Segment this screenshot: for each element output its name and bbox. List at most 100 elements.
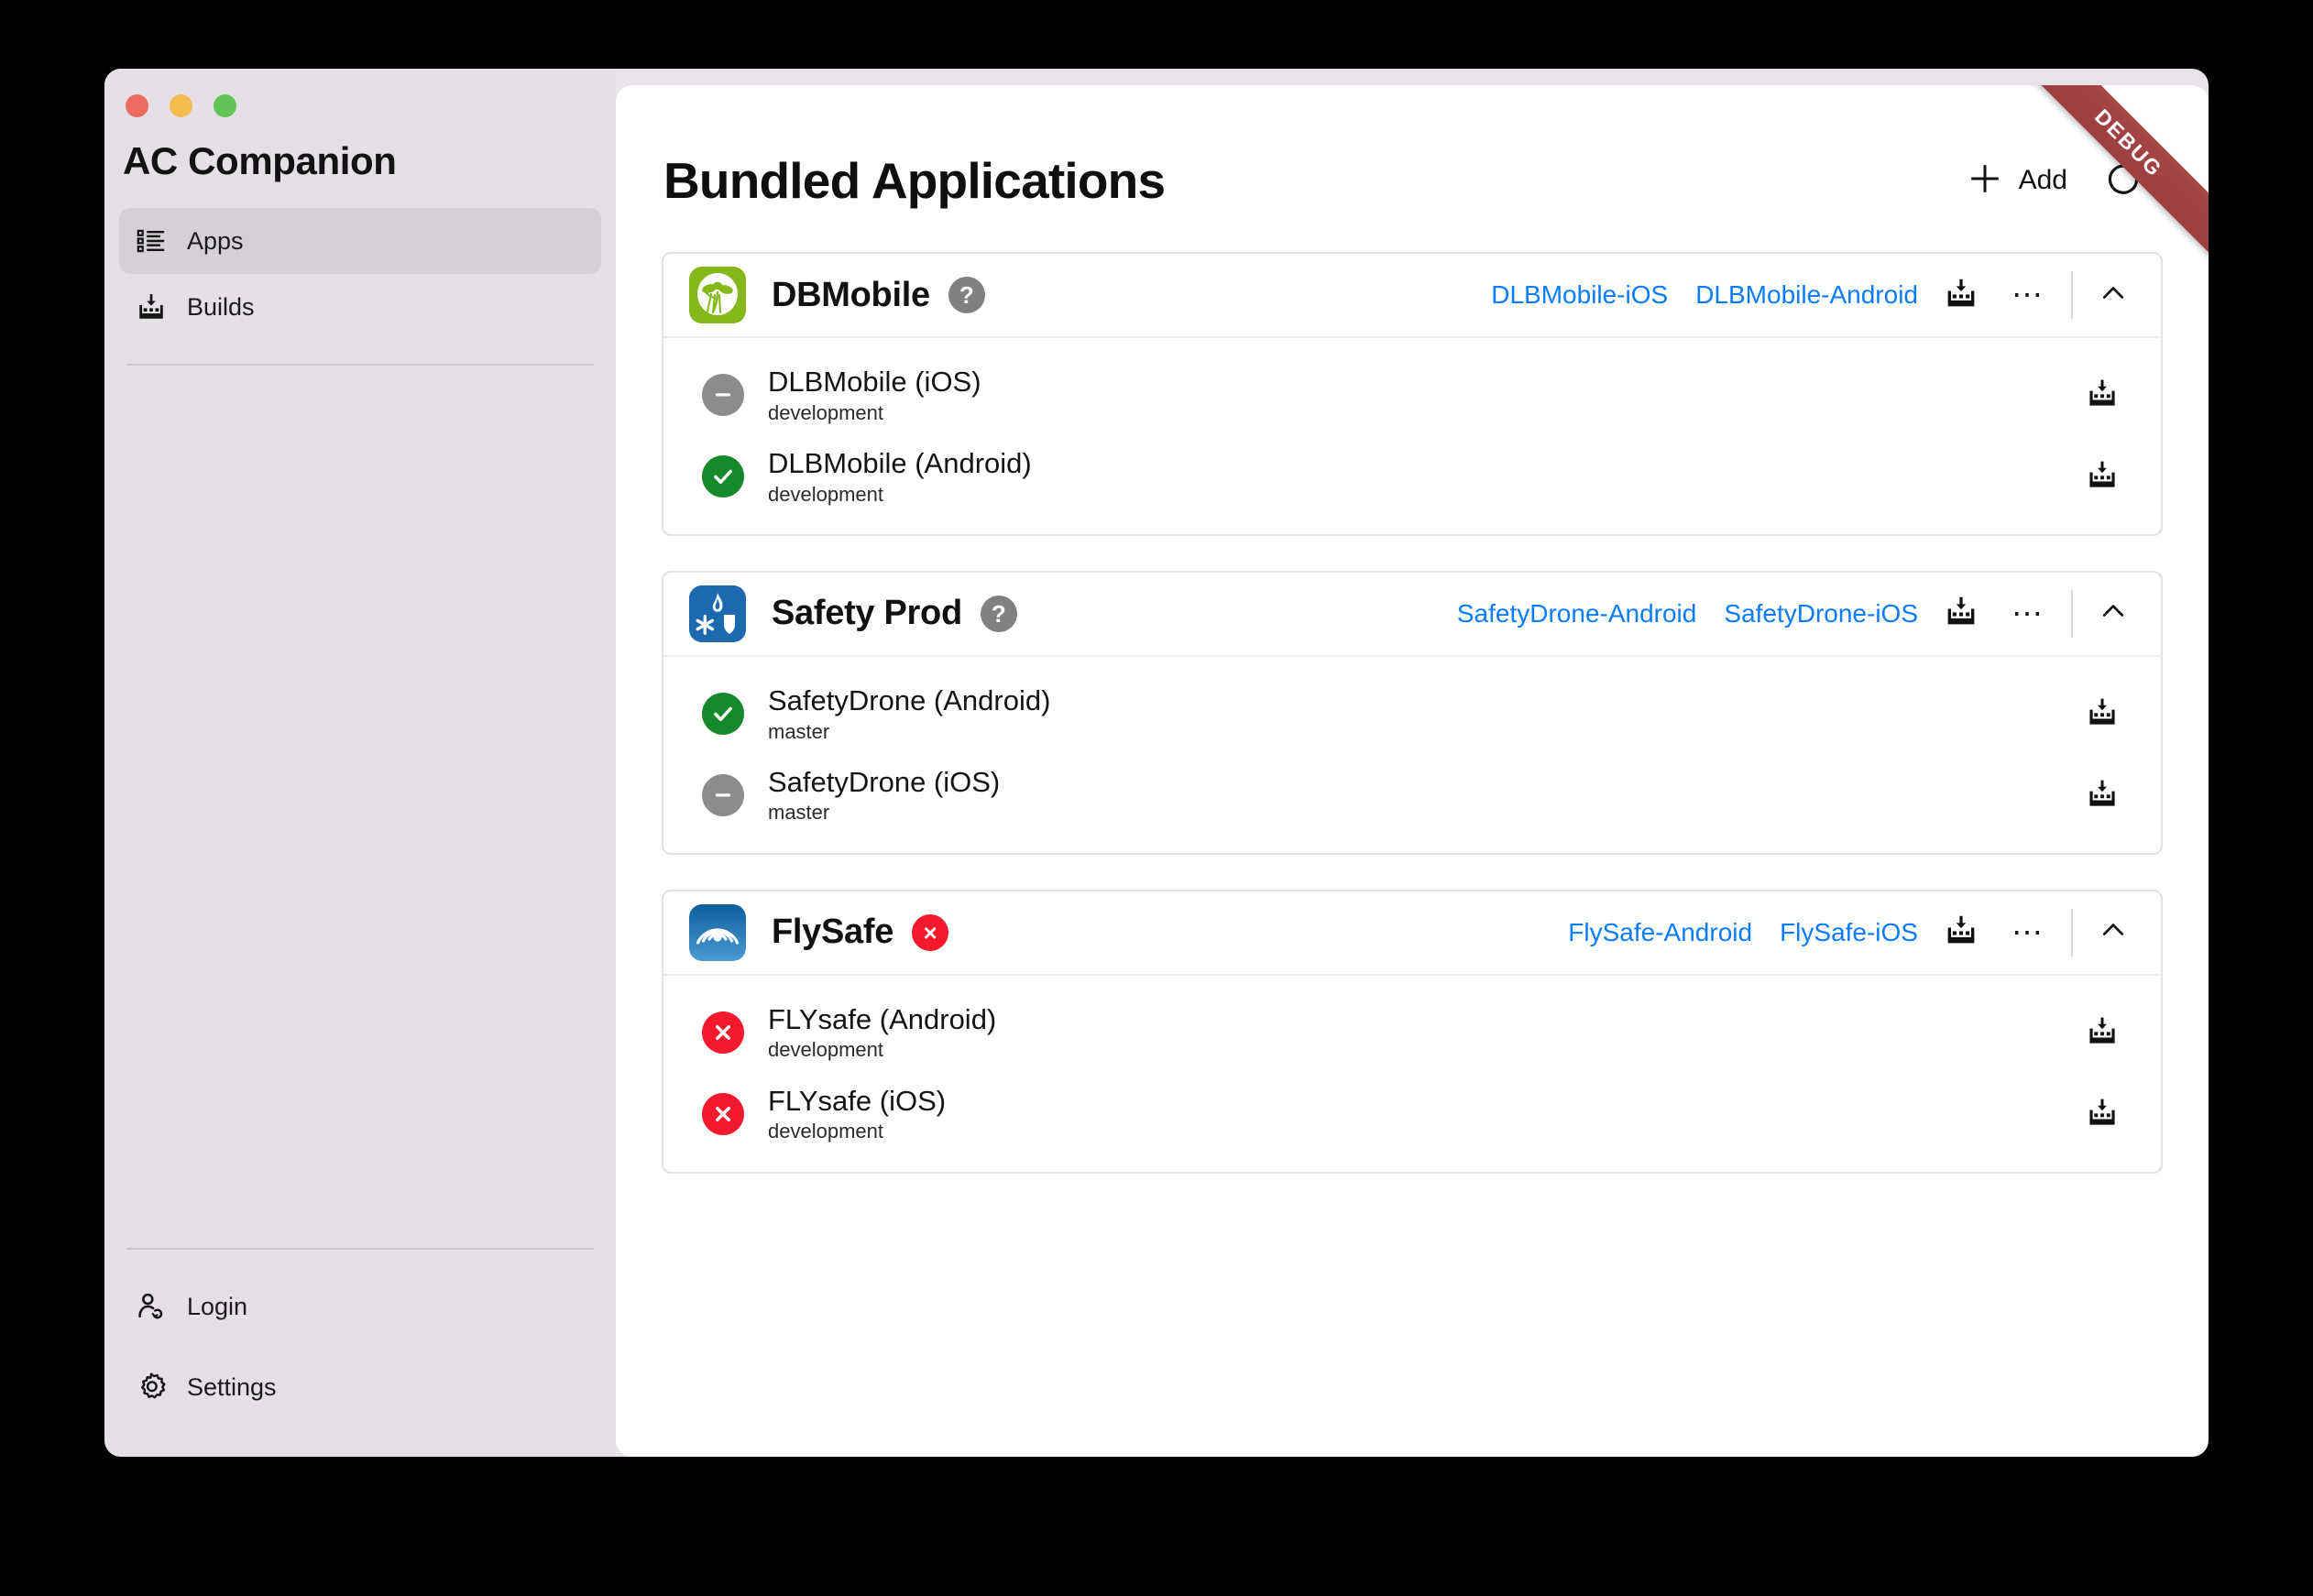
status-success-icon (702, 455, 744, 497)
desktop-background: AC Companion (0, 0, 2313, 1596)
chevron-up-icon (2097, 277, 2130, 314)
build-download-icon (2086, 458, 2119, 496)
app-card-header[interactable]: FlySafe × FlySafe-Android FlySafe-iOS (663, 891, 2161, 976)
download-build-button[interactable] (2086, 777, 2128, 814)
window-traffic-lights (104, 69, 616, 126)
sidebar-item-builds[interactable]: Builds (119, 274, 601, 340)
status-success-icon (702, 693, 744, 735)
user-switch-icon (136, 1291, 167, 1322)
platform-link[interactable]: SafetyDrone-iOS (1724, 599, 1918, 629)
app-title: AC Companion (104, 126, 616, 182)
minimize-button[interactable] (170, 94, 192, 117)
install-build-button[interactable] (1944, 276, 1979, 315)
platform-link[interactable]: DLBMobile-Android (1695, 280, 1918, 310)
app-name: DBMobile (772, 276, 930, 315)
build-download-icon (2086, 377, 2119, 414)
build-row[interactable]: SafetyDrone (Android) master (663, 673, 2161, 755)
build-row[interactable]: FLYsafe (Android) development (663, 992, 2161, 1074)
header-separator (2071, 590, 2073, 638)
platform-link[interactable]: SafetyDrone-Android (1457, 599, 1696, 629)
dbmobile-plant-icon (689, 267, 746, 323)
page-header: Bundled Applications Add (616, 85, 2209, 210)
build-name: DLBMobile (Android) (768, 447, 1032, 481)
sidebar-item-apps[interactable]: Apps (119, 208, 601, 274)
flysafe-radar-icon (689, 904, 746, 961)
collapse-toggle[interactable] (2097, 277, 2135, 314)
build-info: DLBMobile (iOS) development (768, 366, 981, 425)
build-branch: development (768, 483, 1032, 507)
more-options-icon[interactable]: ⋯ (2002, 917, 2055, 948)
app-card: FlySafe × FlySafe-Android FlySafe-iOS (662, 890, 2163, 1174)
sidebar-item-label: Login (187, 1293, 247, 1321)
build-download-icon (1944, 594, 1979, 633)
page-title: Bundled Applications (663, 151, 1966, 210)
platform-links: DLBMobile-iOS DLBMobile-Android (1491, 280, 1918, 310)
build-download-icon (2086, 1014, 2119, 1052)
platform-link[interactable]: FlySafe-Android (1568, 918, 1752, 947)
download-build-button[interactable] (2086, 377, 2128, 414)
app-window: AC Companion (104, 69, 2209, 1457)
build-download-icon (1944, 913, 1979, 952)
install-build-button[interactable] (1944, 913, 1979, 952)
install-build-button[interactable] (1944, 594, 1979, 633)
status-badge[interactable]: × (912, 914, 948, 951)
main-content: DEBUG Bundled Applications Add (616, 85, 2209, 1457)
download-build-button[interactable] (2086, 458, 2128, 496)
more-options-icon[interactable]: ⋯ (2002, 279, 2055, 311)
add-app-button[interactable]: Add (1966, 159, 2067, 202)
build-info: SafetyDrone (Android) master (768, 684, 1050, 744)
status-badge[interactable]: ? (948, 277, 985, 313)
add-button-label: Add (2019, 165, 2067, 196)
sidebar-item-label: Settings (187, 1373, 277, 1402)
gear-icon (136, 1372, 167, 1403)
platform-link[interactable]: FlySafe-iOS (1780, 918, 1918, 947)
app-card-header[interactable]: DBMobile ? DLBMobile-iOS DLBMobile-Andro… (663, 254, 2161, 338)
build-download-icon (2086, 777, 2119, 814)
zoom-button[interactable] (214, 94, 236, 117)
close-button[interactable] (126, 94, 148, 117)
status-badge[interactable]: ? (981, 596, 1017, 632)
app-card-body: DLBMobile (iOS) development (663, 338, 2161, 534)
build-name: SafetyDrone (Android) (768, 684, 1050, 718)
build-branch: development (768, 1038, 996, 1062)
sidebar: AC Companion (104, 69, 616, 1457)
sidebar-nav: Apps Builds (104, 208, 616, 340)
build-download-icon (1944, 276, 1979, 315)
build-info: FLYsafe (iOS) development (768, 1085, 946, 1144)
sidebar-item-login[interactable]: Login (119, 1274, 601, 1339)
download-build-button[interactable] (2086, 695, 2128, 733)
build-row[interactable]: DLBMobile (iOS) development (663, 355, 2161, 436)
refresh-icon (2104, 159, 2143, 202)
header-actions: Add (1966, 159, 2143, 202)
applications-list: DBMobile ? DLBMobile-iOS DLBMobile-Andro… (616, 210, 2209, 1174)
chevron-up-icon (2097, 595, 2130, 632)
build-row[interactable]: DLBMobile (Android) development (663, 436, 2161, 518)
app-card: DBMobile ? DLBMobile-iOS DLBMobile-Andro… (662, 252, 2163, 536)
app-card: Safety Prod ? SafetyDrone-Android Safety… (662, 571, 2163, 855)
header-separator (2071, 271, 2073, 319)
build-row[interactable]: FLYsafe (iOS) development (663, 1074, 2161, 1155)
build-branch: development (768, 1120, 946, 1143)
plus-icon (1966, 159, 2004, 202)
download-build-button[interactable] (2086, 1096, 2128, 1133)
sidebar-bottom-nav: Login Settings (104, 1250, 616, 1457)
build-name: FLYsafe (iOS) (768, 1085, 946, 1119)
app-card-header[interactable]: Safety Prod ? SafetyDrone-Android Safety… (663, 573, 2161, 657)
build-info: DLBMobile (Android) development (768, 447, 1032, 507)
more-options-icon[interactable]: ⋯ (2002, 598, 2055, 629)
sidebar-item-settings[interactable]: Settings (119, 1354, 601, 1420)
collapse-toggle[interactable] (2097, 913, 2135, 951)
build-row[interactable]: SafetyDrone (iOS) master (663, 755, 2161, 836)
refresh-button[interactable] (2104, 159, 2143, 202)
safety-shield-flame-icon (689, 585, 746, 642)
status-badge-glyph: ? (992, 602, 1006, 626)
platform-links: SafetyDrone-Android SafetyDrone-iOS (1457, 599, 1918, 629)
build-download-icon (2086, 1096, 2119, 1133)
app-name: FlySafe (772, 913, 893, 952)
collapse-toggle[interactable] (2097, 595, 2135, 632)
download-build-button[interactable] (2086, 1014, 2128, 1052)
build-name: DLBMobile (iOS) (768, 366, 981, 399)
app-card-body: SafetyDrone (Android) master (663, 657, 2161, 853)
build-branch: master (768, 801, 1000, 825)
platform-link[interactable]: DLBMobile-iOS (1491, 280, 1668, 310)
